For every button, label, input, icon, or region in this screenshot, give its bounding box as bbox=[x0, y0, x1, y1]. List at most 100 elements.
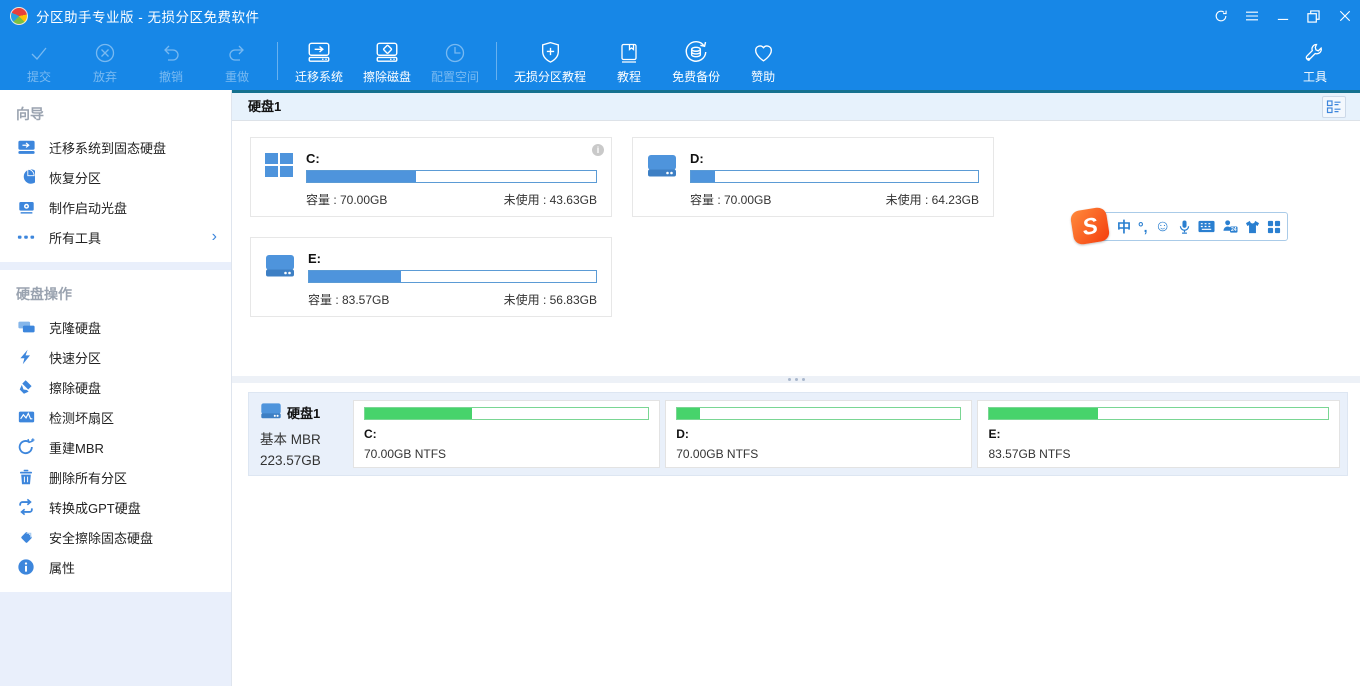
window-controls bbox=[1205, 0, 1360, 32]
disk-summary[interactable]: 硬盘1 基本 MBR 223.57GB bbox=[256, 400, 348, 468]
check-icon bbox=[27, 38, 51, 65]
keyboard-icon[interactable] bbox=[1198, 220, 1215, 233]
discard-button[interactable]: 放弃 bbox=[72, 32, 138, 90]
disk-map-block-d[interactable]: D: 70.00GB NTFS bbox=[665, 400, 972, 468]
button-label: 撤销 bbox=[159, 68, 183, 85]
chevron-right-icon: › bbox=[212, 229, 217, 245]
sidebar-item-recover-partition[interactable]: 恢复分区 bbox=[0, 162, 231, 192]
button-label: 迁移系统 bbox=[295, 68, 343, 85]
button-label: 放弃 bbox=[93, 68, 117, 85]
sidebar-item-bad-sector-check[interactable]: 检测坏扇区 bbox=[0, 402, 231, 432]
sidebar-item-label: 所有工具 bbox=[49, 228, 101, 247]
usage-bar-fill bbox=[677, 408, 700, 419]
bad-sector-icon bbox=[16, 408, 36, 426]
partition-tutorial-button[interactable]: 无损分区教程 bbox=[504, 32, 596, 90]
sidebar-item-bootable-media[interactable]: 制作启动光盘 bbox=[0, 192, 231, 222]
chinese-mode-icon[interactable]: 中 bbox=[1117, 220, 1131, 234]
disk-map-block-c[interactable]: C: 70.00GB NTFS bbox=[353, 400, 660, 468]
partition-name: E: bbox=[308, 251, 597, 266]
sidebar-item-clone-disk[interactable]: 克隆硬盘 bbox=[0, 312, 231, 342]
allocate-space-button[interactable]: 配置空间 bbox=[421, 32, 489, 90]
sogou-logo-icon[interactable]: S bbox=[1070, 206, 1111, 245]
commit-button[interactable]: 提交 bbox=[6, 32, 72, 90]
redo-icon bbox=[225, 38, 249, 65]
undo-button[interactable]: 撤销 bbox=[138, 32, 204, 90]
usage-bar-fill bbox=[365, 408, 472, 419]
button-label: 提交 bbox=[27, 68, 51, 85]
discard-icon bbox=[93, 38, 117, 65]
convert-gpt-icon bbox=[16, 498, 36, 516]
usage-bar bbox=[306, 170, 597, 183]
tutorial-button[interactable]: 教程 bbox=[596, 32, 662, 90]
sidebar-item-rebuild-mbr[interactable]: 重建MBR bbox=[0, 432, 231, 462]
section-title: 硬盘操作 bbox=[0, 274, 231, 312]
refresh-button[interactable] bbox=[1205, 0, 1236, 32]
book-icon bbox=[617, 38, 641, 65]
windows-logo-icon bbox=[265, 153, 293, 216]
disk-map: 硬盘1 基本 MBR 223.57GB C: 70.00GB NTFS D: 7… bbox=[248, 392, 1348, 476]
disk-type: 基本 bbox=[260, 432, 287, 447]
button-label: 工具 bbox=[1303, 68, 1327, 85]
emoji-icon[interactable]: ☺ bbox=[1155, 219, 1171, 235]
sidebar-item-delete-all-partitions[interactable]: 删除所有分区 bbox=[0, 462, 231, 492]
sidebar-item-quick-partition[interactable]: 快速分区 bbox=[0, 342, 231, 372]
login-24-icon[interactable]: 24 bbox=[1222, 219, 1238, 234]
partition-name: D: bbox=[676, 427, 961, 441]
minimize-button[interactable] bbox=[1267, 0, 1298, 32]
info-icon[interactable]: i bbox=[592, 144, 604, 156]
migrate-os-button[interactable]: 迁移系统 bbox=[285, 32, 353, 90]
unused-label: 未使用 : 43.63GB bbox=[504, 191, 597, 208]
partition-name: D: bbox=[690, 151, 979, 166]
skin-icon[interactable] bbox=[1245, 220, 1260, 234]
capacity-label: 容量 : 83.57GB bbox=[308, 291, 389, 308]
list-view-toggle-button[interactable] bbox=[1322, 96, 1346, 118]
sidebar-item-label: 迁移系统到固态硬盘 bbox=[49, 138, 166, 157]
mic-icon[interactable] bbox=[1178, 219, 1191, 235]
sidebar-item-secure-erase-ssd[interactable]: 安全擦除固态硬盘 bbox=[0, 522, 231, 552]
ime-toolbar: S 中 °, ☺ 24 bbox=[1076, 212, 1288, 241]
restore-button[interactable] bbox=[1298, 0, 1329, 32]
button-label: 赞助 bbox=[751, 68, 775, 85]
sidebar-item-label: 快速分区 bbox=[49, 348, 101, 367]
backup-icon bbox=[683, 38, 709, 65]
tools-button[interactable]: 工具 bbox=[1282, 32, 1348, 90]
wrench-icon bbox=[1303, 38, 1327, 65]
disk-tabstrip: 硬盘1 bbox=[232, 93, 1360, 121]
free-backup-button[interactable]: 免费备份 bbox=[662, 32, 730, 90]
sidebar-item-properties[interactable]: 属性 bbox=[0, 552, 231, 582]
menu-button[interactable] bbox=[1236, 0, 1267, 32]
toolbox-icon[interactable] bbox=[1267, 220, 1281, 234]
capacity-label: 容量 : 70.00GB bbox=[306, 191, 387, 208]
wipe-disk-button[interactable]: 擦除磁盘 bbox=[353, 32, 421, 90]
disk-map-block-e[interactable]: E: 83.57GB NTFS bbox=[977, 400, 1340, 468]
sidebar-item-label: 擦除硬盘 bbox=[49, 378, 101, 397]
sidebar-item-convert-gpt[interactable]: 转换成GPT硬盘 bbox=[0, 492, 231, 522]
disk-tab[interactable]: 硬盘1 bbox=[232, 93, 297, 121]
usage-bar-fill bbox=[989, 408, 1097, 419]
splitter-handle[interactable] bbox=[232, 376, 1360, 383]
partition-name: C: bbox=[364, 427, 649, 441]
punctuation-icon[interactable]: °, bbox=[1138, 220, 1148, 234]
sidebar-item-all-tools[interactable]: 所有工具 › bbox=[0, 222, 231, 252]
sidebar: 向导 迁移系统到固态硬盘 恢复分区 制作启动光盘 所有工具 › 硬盘操作 克隆硬… bbox=[0, 90, 232, 686]
sidebar-item-label: 检测坏扇区 bbox=[49, 408, 114, 427]
sidebar-item-wipe-hdd[interactable]: 擦除硬盘 bbox=[0, 372, 231, 402]
bootable-media-icon bbox=[16, 198, 36, 216]
partition-name: E: bbox=[988, 427, 1329, 441]
sidebar-item-label: 安全擦除固态硬盘 bbox=[49, 528, 153, 547]
sponsor-button[interactable]: 赞助 bbox=[730, 32, 796, 90]
sidebar-item-label: 克隆硬盘 bbox=[49, 318, 101, 337]
minimize-icon bbox=[1277, 10, 1289, 22]
sidebar-item-migrate-to-ssd[interactable]: 迁移系统到固态硬盘 bbox=[0, 132, 231, 162]
refresh-icon bbox=[1214, 9, 1228, 23]
unused-label: 未使用 : 56.83GB bbox=[504, 291, 597, 308]
shield-tutorial-icon bbox=[538, 38, 563, 65]
close-button[interactable] bbox=[1329, 0, 1360, 32]
partition-card-e[interactable]: E: 容量 : 83.57GB 未使用 : 56.83GB bbox=[250, 237, 612, 317]
partition-card-d[interactable]: D: 容量 : 70.00GB 未使用 : 64.23GB bbox=[632, 137, 994, 217]
button-label: 无损分区教程 bbox=[514, 68, 586, 85]
partition-card-c[interactable]: i C: 容量 : 70.00GB 未使用 : 43.63GB bbox=[250, 137, 612, 217]
toolbar-divider bbox=[277, 42, 278, 80]
redo-button[interactable]: 重做 bbox=[204, 32, 270, 90]
sidebar-section-disk-operations: 硬盘操作 克隆硬盘 快速分区 擦除硬盘 检测坏扇区 重建MBR 删除所有分区 转… bbox=[0, 270, 231, 592]
